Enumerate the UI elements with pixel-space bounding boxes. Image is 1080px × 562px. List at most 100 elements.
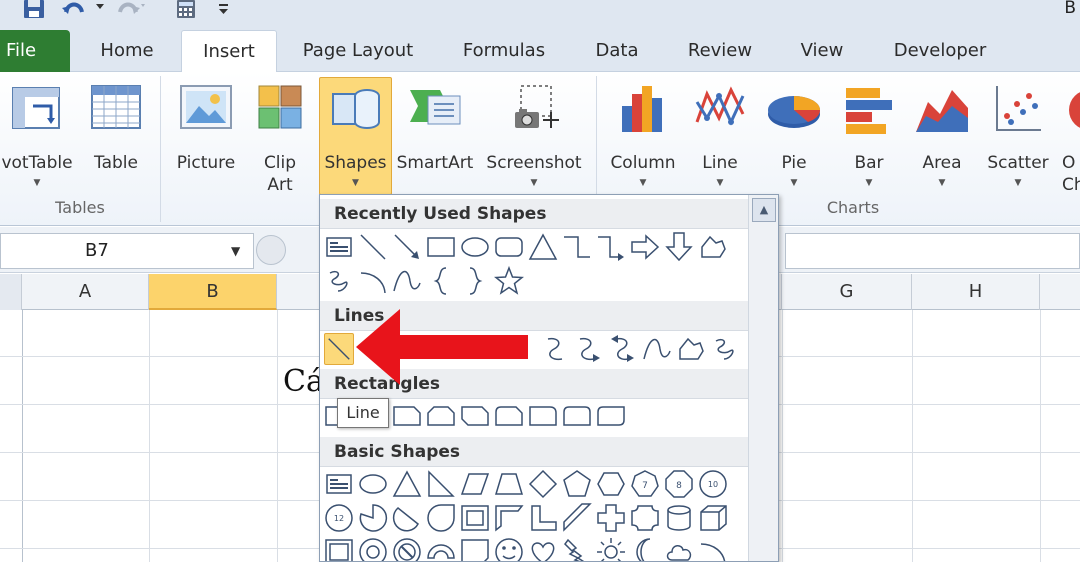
line-shape[interactable] [358, 231, 388, 263]
round-single-corner-rectangle-shape[interactable] [528, 400, 558, 432]
sun-shape[interactable] [596, 536, 626, 562]
arc-shape[interactable] [698, 536, 728, 562]
trapezoid-shape[interactable] [494, 468, 524, 500]
curved-arrow-connector-shape[interactable] [574, 333, 604, 365]
shapes-button[interactable]: Shapes ▼ [319, 77, 392, 195]
arc-shape[interactable] [358, 265, 388, 297]
name-box[interactable]: B7 ▼ [0, 233, 254, 269]
other-charts-button[interactable]: O Ch [1056, 78, 1080, 198]
text-box-shape[interactable] [324, 468, 354, 500]
snip-corner-rectangle-shape[interactable] [392, 400, 422, 432]
pentagon-shape[interactable] [562, 468, 592, 500]
undo-icon[interactable] [60, 0, 86, 20]
customize-qat-icon[interactable] [216, 0, 232, 20]
tab-formulas[interactable]: Formulas [448, 30, 560, 72]
triangle-shape[interactable] [528, 231, 558, 263]
frame-shape[interactable] [460, 502, 490, 534]
tab-view[interactable]: View [786, 30, 858, 72]
heptagon-shape[interactable]: 7 [630, 468, 660, 500]
folded-corner-shape[interactable] [460, 536, 490, 562]
can-shape[interactable] [664, 502, 694, 534]
clipart-button[interactable]: Clip Art [250, 78, 310, 198]
picture-button[interactable]: Picture [170, 78, 242, 198]
column-header-b[interactable]: B [149, 274, 277, 310]
no-symbol-shape[interactable] [392, 536, 422, 562]
smartart-button[interactable]: SmartArt [396, 78, 474, 198]
decagon-shape[interactable]: 10 [698, 468, 728, 500]
right-arrow-shape[interactable] [630, 231, 660, 263]
formula-input[interactable] [785, 233, 1080, 269]
elbow-arrow-connector-shape[interactable] [596, 231, 626, 263]
select-all-corner[interactable] [0, 274, 22, 310]
tab-file[interactable]: File [0, 30, 70, 72]
freeform-shape[interactable] [676, 333, 706, 365]
formula-bar-resize-handle[interactable] [256, 235, 286, 265]
rectangle-shape[interactable] [426, 231, 456, 263]
column-header-g[interactable]: G [782, 274, 912, 310]
scroll-up-icon[interactable]: ▲ [752, 198, 776, 222]
chord-shape[interactable] [392, 502, 422, 534]
tab-data[interactable]: Data [582, 30, 652, 72]
freeform-shape[interactable] [698, 231, 728, 263]
tab-page-layout[interactable]: Page Layout [292, 30, 424, 72]
block-arc-shape[interactable] [426, 536, 456, 562]
pivottable-button[interactable]: votTable ▼ [0, 78, 78, 198]
tab-review[interactable]: Review [676, 30, 764, 72]
left-brace-shape[interactable] [426, 265, 456, 297]
right-triangle-shape[interactable] [426, 468, 456, 500]
oval-shape[interactable] [358, 468, 388, 500]
bar-chart-button[interactable]: Bar ▼ [836, 78, 902, 198]
elbow-connector-shape[interactable] [562, 231, 592, 263]
diamond-shape[interactable] [528, 468, 558, 500]
curve-shape[interactable] [642, 333, 672, 365]
round-same-side-rectangle-shape[interactable] [562, 400, 592, 432]
heart-shape[interactable] [528, 536, 558, 562]
calculator-icon[interactable] [174, 0, 200, 20]
pie-shape[interactable] [358, 502, 388, 534]
pie-chart-button[interactable]: Pie ▼ [760, 78, 828, 198]
scatter-chart-button[interactable]: Scatter ▼ [982, 78, 1054, 198]
column-header-a[interactable]: A [22, 274, 149, 310]
dodecagon-shape[interactable]: 12 [324, 502, 354, 534]
tab-insert[interactable]: Insert [181, 30, 277, 74]
moon-shape[interactable] [630, 536, 660, 562]
column-header-h[interactable]: H [912, 274, 1040, 310]
curved-double-arrow-connector-shape[interactable] [608, 333, 638, 365]
cloud-shape[interactable] [664, 536, 694, 562]
cross-shape[interactable] [596, 502, 626, 534]
octagon-shape[interactable]: 8 [664, 468, 694, 500]
table-button[interactable]: Table [82, 78, 150, 198]
snip-same-side-rectangle-shape[interactable] [426, 400, 456, 432]
scribble-shape[interactable] [324, 265, 354, 297]
arrow-line-shape[interactable] [392, 231, 422, 263]
diagonal-stripe-shape[interactable] [562, 502, 592, 534]
snip-round-rectangle-shape[interactable] [494, 400, 524, 432]
column-header-i[interactable] [1040, 274, 1080, 310]
oval-shape[interactable] [460, 231, 490, 263]
chevron-down-icon[interactable]: ▼ [231, 244, 240, 258]
curve-shape[interactable] [392, 265, 422, 297]
redo-icon[interactable] [116, 0, 146, 20]
save-icon[interactable] [22, 0, 48, 20]
star-shape[interactable] [494, 265, 524, 297]
down-arrow-shape[interactable] [664, 231, 694, 263]
l-shape[interactable] [528, 502, 558, 534]
lightning-bolt-shape[interactable] [562, 536, 592, 562]
plaque-shape[interactable] [630, 502, 660, 534]
gallery-scrollbar[interactable]: ▲ [748, 195, 778, 561]
undo-dropdown-icon[interactable] [94, 0, 106, 20]
curved-connector-shape[interactable] [540, 333, 570, 365]
triangle-shape[interactable] [392, 468, 422, 500]
bevel-shape[interactable] [324, 536, 354, 562]
hexagon-shape[interactable] [596, 468, 626, 500]
scribble-shape[interactable] [710, 333, 740, 365]
cube-shape[interactable] [698, 502, 728, 534]
column-chart-button[interactable]: Column ▼ [604, 78, 682, 198]
line-chart-button[interactable]: Line ▼ [688, 78, 752, 198]
smiley-face-shape[interactable] [494, 536, 524, 562]
right-brace-shape[interactable] [460, 265, 490, 297]
donut-shape[interactable] [358, 536, 388, 562]
teardrop-shape[interactable] [426, 502, 456, 534]
parallelogram-shape[interactable] [460, 468, 490, 500]
half-frame-shape[interactable] [494, 502, 524, 534]
